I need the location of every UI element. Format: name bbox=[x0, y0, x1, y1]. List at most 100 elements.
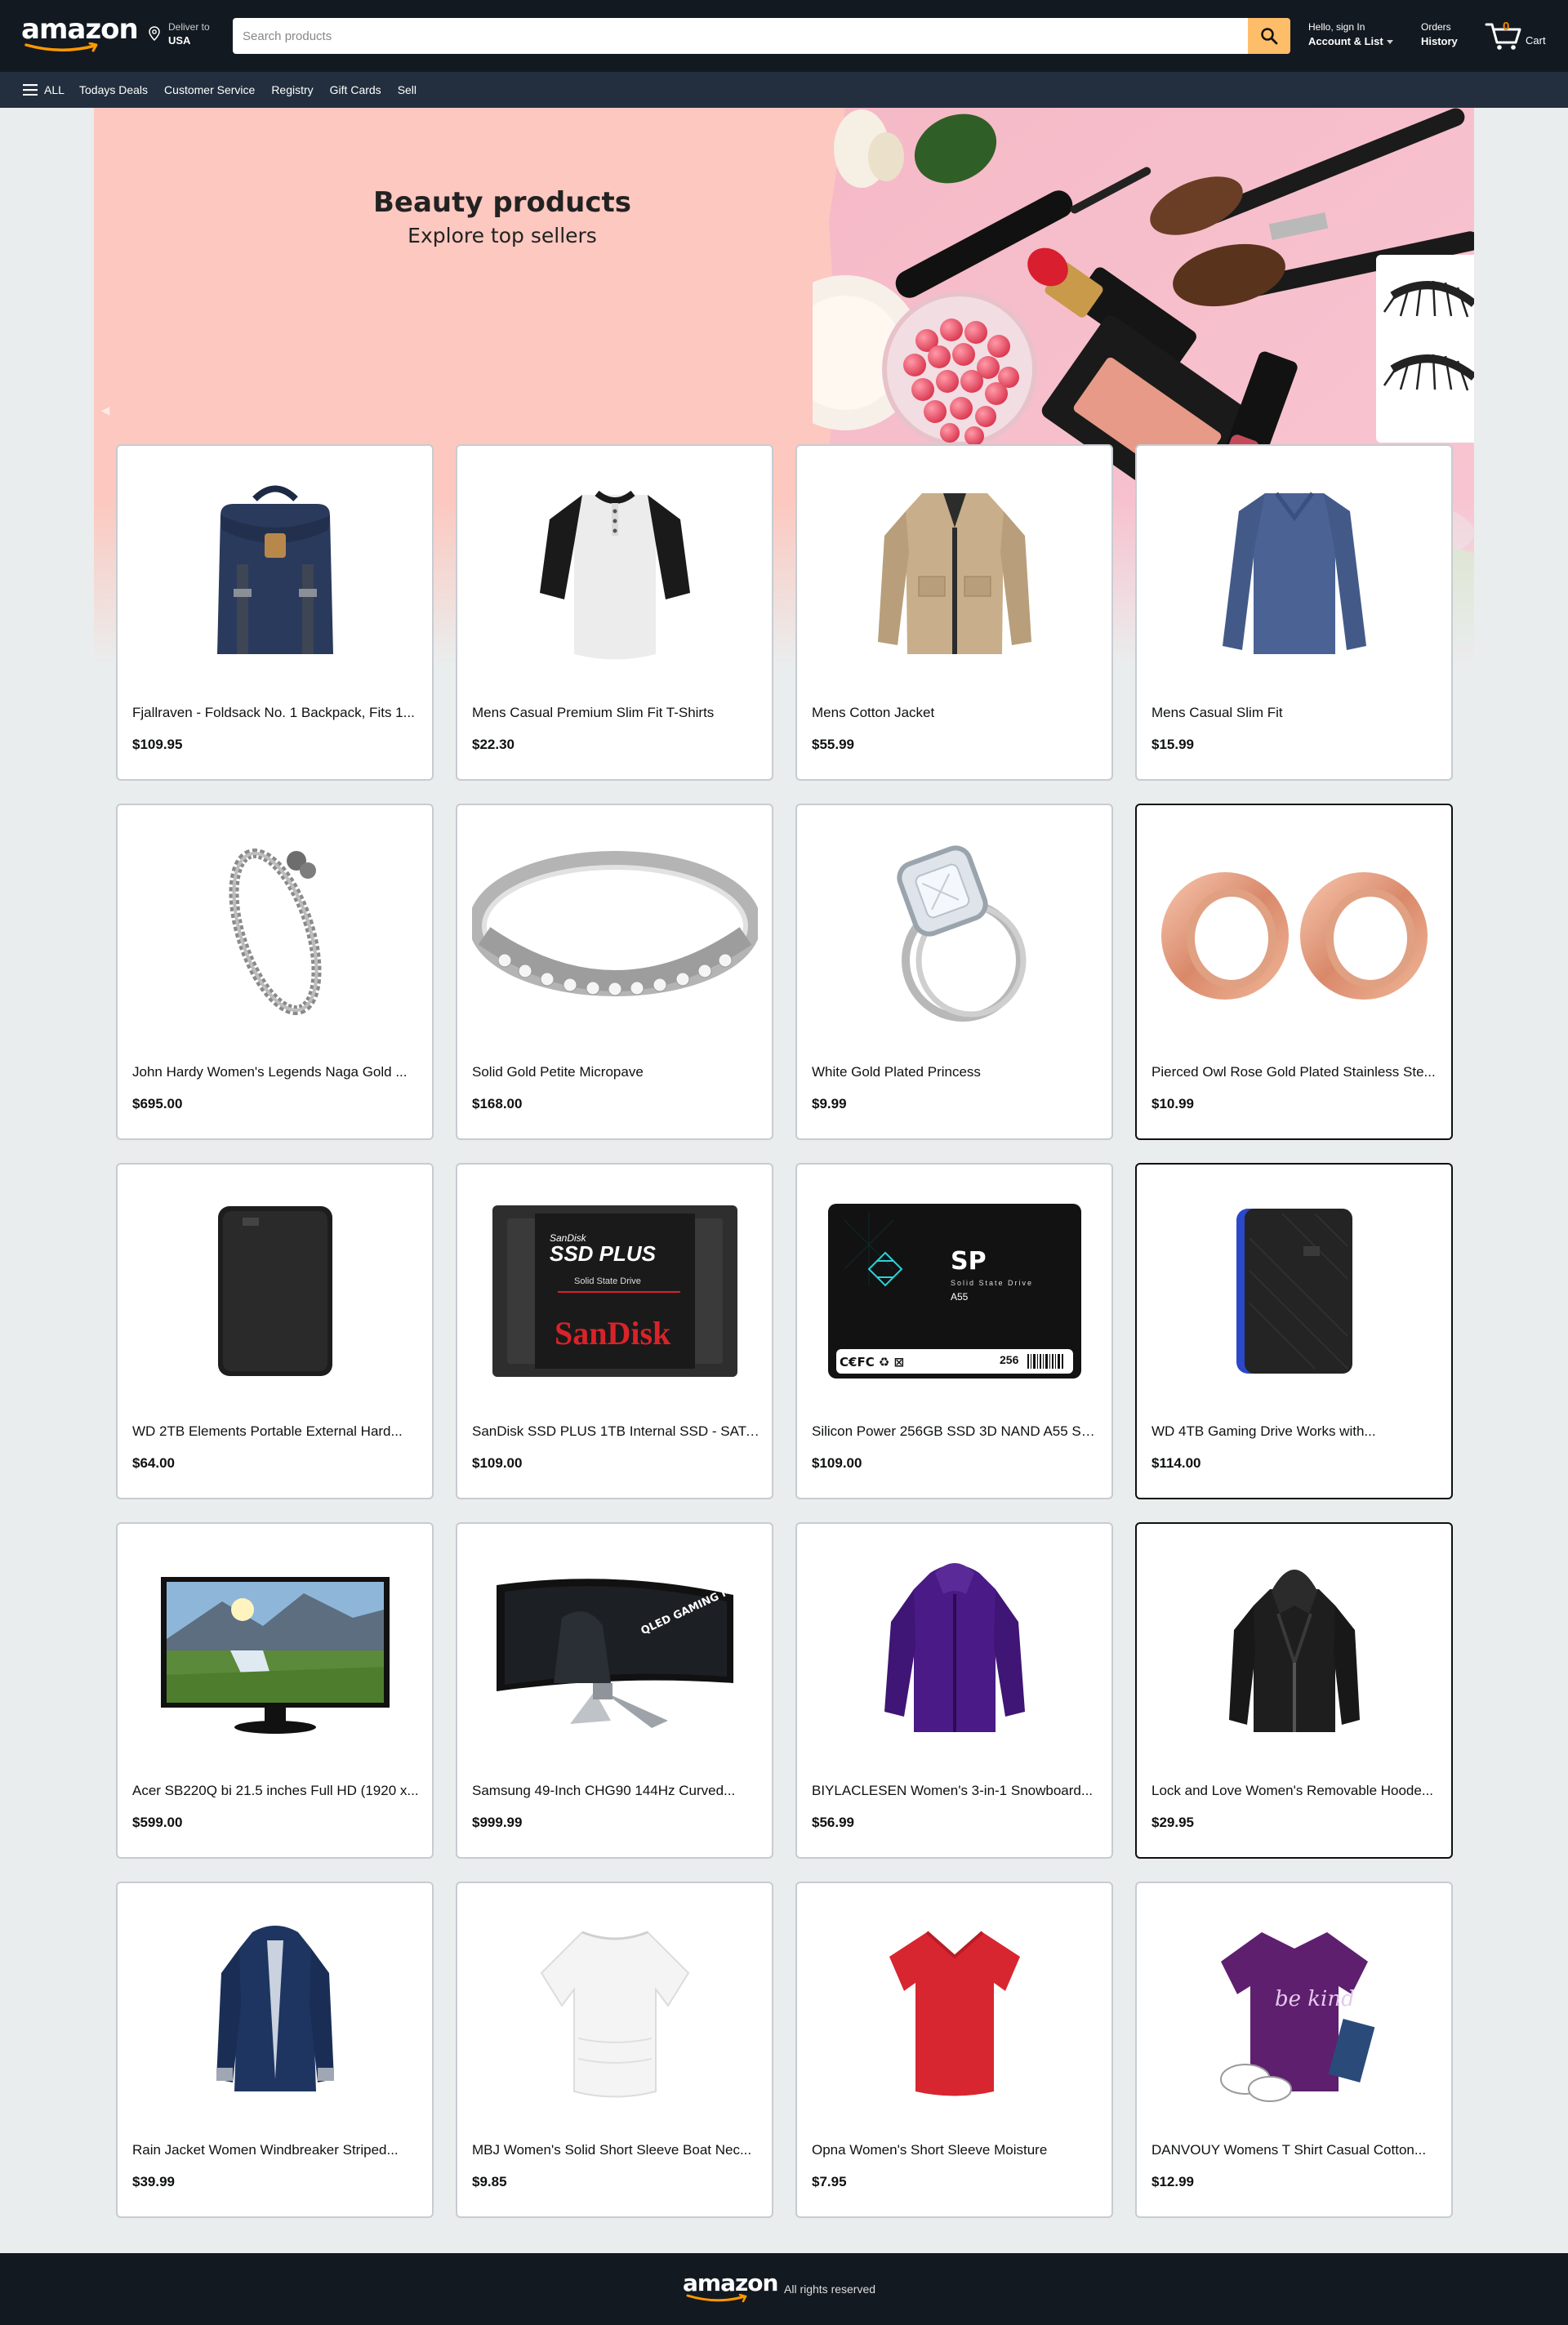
search-button[interactable] bbox=[1248, 18, 1290, 54]
product-card[interactable]: Solid Gold Petite Micropave $168.00 bbox=[456, 804, 773, 1140]
product-title[interactable]: Mens Casual Premium Slim Fit T-Shirts bbox=[472, 705, 760, 721]
logo-smile-icon bbox=[24, 42, 98, 52]
curved-monitor-image: QLED GAMING MONITOR bbox=[470, 1540, 759, 1761]
logo-text: amazon bbox=[21, 13, 139, 46]
product-card[interactable]: Acer SB220Q bi 21.5 inches Full HD (1920… bbox=[116, 1522, 434, 1859]
product-card[interactable]: Pierced Owl Rose Gold Plated Stainless S… bbox=[1135, 804, 1453, 1140]
sandisk-line3: Solid State Drive bbox=[574, 1276, 641, 1286]
product-card[interactable]: White Gold Plated Princess $9.99 bbox=[795, 804, 1113, 1140]
product-card[interactable]: Lock and Love Women's Removable Hoode...… bbox=[1135, 1522, 1453, 1859]
product-card[interactable]: WD 2TB Elements Portable External Hard..… bbox=[116, 1163, 434, 1499]
long-sleeve-shirt-image bbox=[1150, 462, 1438, 683]
carousel-next-icon[interactable]: ▶ bbox=[1454, 377, 1471, 443]
product-price: $109.00 bbox=[472, 1455, 523, 1471]
product-price: $39.99 bbox=[132, 2174, 175, 2189]
orders-history[interactable]: Orders History bbox=[1421, 21, 1458, 47]
account-menu[interactable]: Hello, sign In Account & List bbox=[1308, 21, 1393, 47]
product-price: $114.00 bbox=[1152, 1455, 1201, 1471]
product-title[interactable]: WD 4TB Gaming Drive Works with... bbox=[1152, 1423, 1439, 1440]
product-title[interactable]: Mens Cotton Jacket bbox=[812, 705, 1099, 721]
product-price: $12.99 bbox=[1152, 2174, 1194, 2189]
nav-link-todays-deals[interactable]: Todays Deals bbox=[79, 83, 148, 96]
product-title[interactable]: Samsung 49-Inch CHG90 144Hz Curved... bbox=[472, 1783, 760, 1799]
ear-tunnels-image bbox=[1150, 822, 1438, 1042]
product-card[interactable]: Mens Casual Slim Fit $15.99 bbox=[1135, 444, 1453, 781]
nav-bar: ALL Todays Deals Customer Service Regist… bbox=[0, 72, 1568, 108]
bracelet-image bbox=[131, 822, 419, 1042]
hero-title: Beauty products bbox=[372, 186, 632, 219]
sp-capacity: 256 bbox=[1000, 1353, 1019, 1366]
nav-link-registry[interactable]: Registry bbox=[271, 83, 313, 96]
product-card[interactable]: BIYLACLESEN Women's 3-in-1 Snowboard... … bbox=[795, 1522, 1113, 1859]
product-price: $9.99 bbox=[812, 1096, 847, 1111]
product-price: $29.95 bbox=[1152, 1815, 1194, 1830]
product-title[interactable]: John Hardy Women's Legends Naga Gold ... bbox=[132, 1064, 420, 1080]
product-title[interactable]: Silicon Power 256GB SSD 3D NAND A55 SL..… bbox=[812, 1423, 1099, 1440]
product-price: $7.95 bbox=[812, 2174, 847, 2189]
cart-button[interactable]: 0 Cart bbox=[1485, 18, 1550, 54]
search-icon bbox=[1261, 28, 1278, 45]
product-card[interactable]: Rain Jacket Women Windbreaker Striped...… bbox=[116, 1882, 434, 2218]
amazon-logo[interactable]: amazon bbox=[21, 13, 139, 56]
product-title[interactable]: SanDisk SSD PLUS 1TB Internal SSD - SATA… bbox=[472, 1423, 760, 1440]
nav-link-gift-cards[interactable]: Gift Cards bbox=[330, 83, 381, 96]
footer-rights: All rights reserved bbox=[784, 2283, 876, 2296]
product-card[interactable]: Mens Cotton Jacket $55.99 bbox=[795, 444, 1113, 781]
product-price: $999.99 bbox=[472, 1815, 523, 1830]
silicon-power-ssd-image: SP Solid State Drive A55 C€FC ♻ ⊠ 256 bbox=[810, 1181, 1098, 1401]
product-title[interactable]: Mens Casual Slim Fit bbox=[1152, 705, 1439, 721]
sandisk-brand: SanDisk bbox=[555, 1315, 671, 1352]
product-title[interactable]: Solid Gold Petite Micropave bbox=[472, 1064, 760, 1080]
sp-line: Solid State Drive bbox=[951, 1279, 1033, 1287]
gaming-drive-image bbox=[1150, 1181, 1438, 1401]
account-label-text: Account & List bbox=[1308, 35, 1383, 47]
product-card[interactable]: QLED GAMING MONITOR Samsung 49-Inch CHG9… bbox=[456, 1522, 773, 1859]
product-title[interactable]: DANVOUY Womens T Shirt Casual Cotton... bbox=[1152, 2142, 1439, 2158]
footer-logo[interactable]: amazon bbox=[683, 2271, 778, 2307]
raglan-shirt-image bbox=[470, 462, 759, 683]
deliver-location: USA bbox=[168, 34, 191, 47]
product-card[interactable]: MBJ Women's Solid Short Sleeve Boat Nec.… bbox=[456, 1882, 773, 2218]
snowboard-jacket-image bbox=[810, 1540, 1098, 1761]
product-card[interactable]: Mens Casual Premium Slim Fit T-Shirts $2… bbox=[456, 444, 773, 781]
product-title[interactable]: Fjallraven - Foldsack No. 1 Backpack, Fi… bbox=[132, 705, 420, 721]
product-card[interactable]: SanDisk SSD PLUS Solid State Drive SanDi… bbox=[456, 1163, 773, 1499]
product-card[interactable]: SP Solid State Drive A55 C€FC ♻ ⊠ 256 Si… bbox=[795, 1163, 1113, 1499]
product-title[interactable]: Acer SB220Q bi 21.5 inches Full HD (1920… bbox=[132, 1783, 420, 1799]
product-card[interactable]: WD 4TB Gaming Drive Works with... $114.0… bbox=[1135, 1163, 1453, 1499]
tshirt-text: be kind bbox=[1275, 1987, 1355, 2011]
product-title[interactable]: Opna Women's Short Sleeve Moisture bbox=[812, 2142, 1099, 2158]
caret-down-icon bbox=[1386, 40, 1393, 45]
product-title[interactable]: Rain Jacket Women Windbreaker Striped... bbox=[132, 2142, 420, 2158]
product-price: $56.99 bbox=[812, 1815, 854, 1830]
product-price: $64.00 bbox=[132, 1455, 175, 1471]
orders-label: Orders bbox=[1421, 21, 1451, 33]
history-label: History bbox=[1421, 35, 1458, 47]
product-card[interactable]: Fjallraven - Foldsack No. 1 Backpack, Fi… bbox=[116, 444, 434, 781]
search-input[interactable] bbox=[233, 18, 1248, 54]
diamond-ring-image bbox=[810, 822, 1098, 1042]
product-title[interactable]: MBJ Women's Solid Short Sleeve Boat Nec.… bbox=[472, 2142, 760, 2158]
product-card[interactable]: Opna Women's Short Sleeve Moisture $7.95 bbox=[795, 1882, 1113, 2218]
hero-subtitle: Explore top sellers bbox=[408, 224, 597, 247]
product-title[interactable]: Lock and Love Women's Removable Hoode... bbox=[1152, 1783, 1439, 1799]
sandisk-ssd-image: SanDisk SSD PLUS Solid State Drive SanDi… bbox=[470, 1181, 759, 1401]
product-card[interactable]: be kind DANVOUY Womens T Shirt Casual Co… bbox=[1135, 1882, 1453, 2218]
product-title[interactable]: WD 2TB Elements Portable External Hard..… bbox=[132, 1423, 420, 1440]
product-title[interactable]: Pierced Owl Rose Gold Plated Stainless S… bbox=[1152, 1064, 1439, 1080]
product-price: $168.00 bbox=[472, 1096, 523, 1111]
nav-all-menu[interactable]: ALL bbox=[23, 72, 65, 108]
product-title[interactable]: BIYLACLESEN Women's 3-in-1 Snowboard... bbox=[812, 1783, 1099, 1799]
product-title[interactable]: White Gold Plated Princess bbox=[812, 1064, 1099, 1080]
sp-model: A55 bbox=[951, 1291, 969, 1303]
account-greeting: Hello, sign In bbox=[1308, 21, 1365, 33]
product-card[interactable]: John Hardy Women's Legends Naga Gold ...… bbox=[116, 804, 434, 1140]
rain-jacket-image bbox=[131, 1900, 419, 2120]
product-price: $599.00 bbox=[132, 1815, 183, 1830]
footer: amazon All rights reserved bbox=[0, 2253, 1568, 2325]
carousel-prev-icon[interactable]: ◀ bbox=[97, 377, 114, 443]
nav-link-sell[interactable]: Sell bbox=[398, 83, 416, 96]
search-bar bbox=[233, 18, 1290, 54]
product-price: $10.99 bbox=[1152, 1096, 1194, 1111]
nav-link-customer-service[interactable]: Customer Service bbox=[164, 83, 255, 96]
